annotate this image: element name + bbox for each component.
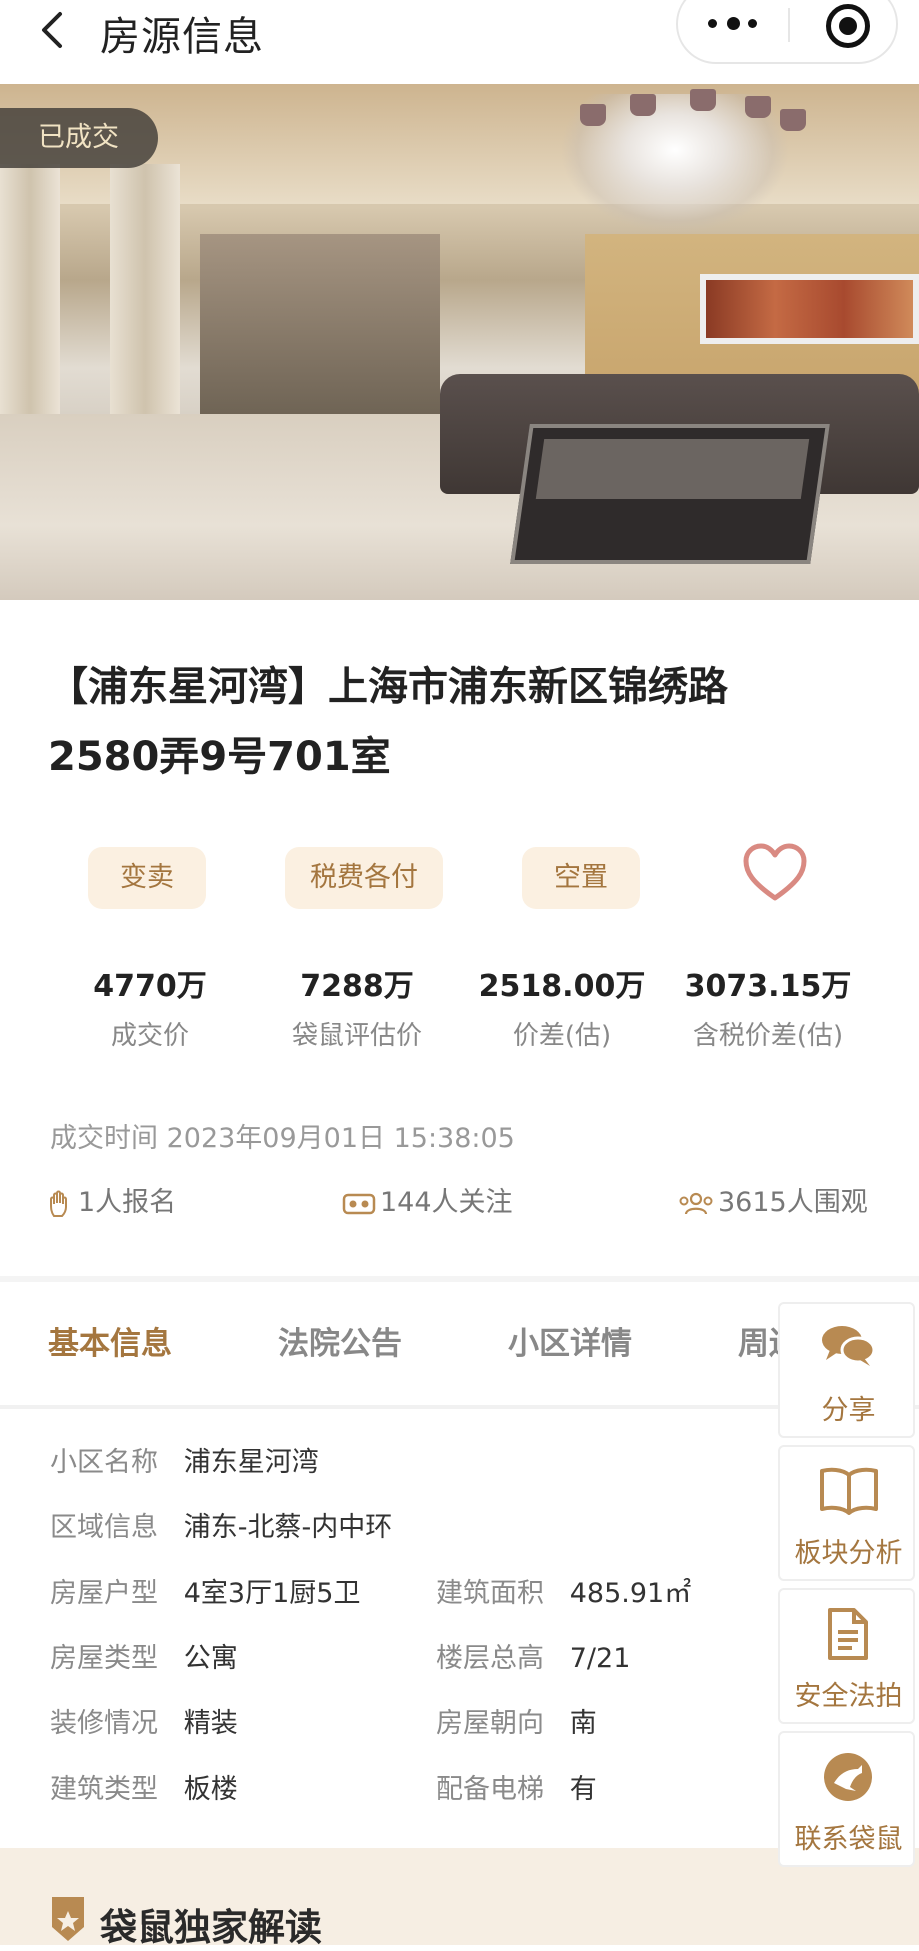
house-photo[interactable]: 已成交 <box>0 84 919 600</box>
miniprogram-capsule <box>676 0 898 64</box>
share-button[interactable]: 分享 <box>778 1302 915 1438</box>
info-build-area: 建筑面积 485.91㎡ <box>436 1578 692 1609</box>
safe-auction-button[interactable]: 安全法拍 <box>778 1588 915 1724</box>
info-community: 小区名称 浦东星河湾 <box>50 1447 319 1478</box>
stat-price-diff-tax: 3073.15万 含税价差(估) <box>684 969 852 1051</box>
book-icon <box>820 1467 878 1515</box>
contact-kangaroo-button[interactable]: 联系袋鼠 <box>778 1731 915 1867</box>
info-floor: 楼层总高 7/21 <box>436 1643 631 1674</box>
people-icon <box>679 1192 713 1214</box>
favorite-heart-icon[interactable] <box>742 842 808 904</box>
kangaroo-logo-icon <box>824 1753 872 1801</box>
block-analysis-button[interactable]: 板块分析 <box>778 1445 915 1581</box>
back-arrow-icon[interactable] <box>34 10 74 50</box>
tab-basic-info[interactable]: 基本信息 <box>48 1318 172 1363</box>
tag-vacancy: 空置 <box>522 847 640 909</box>
stat-valuation: 7288万 袋鼠评估价 <box>291 969 422 1051</box>
signup-count: 1人报名 <box>48 1183 176 1223</box>
more-menu-icon[interactable] <box>708 14 760 34</box>
medal-icon <box>52 1897 84 1941</box>
section-divider <box>0 1276 919 1282</box>
tag-sale-type: 变卖 <box>88 847 206 909</box>
info-layout: 房屋户型 4室3厅1厨5卫 <box>50 1578 361 1609</box>
stat-deal-price: 4770万 成交价 <box>93 969 207 1051</box>
hand-icon <box>50 1190 67 1217</box>
viewer-count: 3615人围观 <box>678 1183 868 1223</box>
tag-tax: 税费各付 <box>285 847 443 909</box>
close-miniprogram-icon[interactable] <box>826 4 870 48</box>
stat-price-diff: 2518.00万 价差(估) <box>478 969 646 1051</box>
info-house-type: 房屋类型 公寓 <box>50 1643 238 1674</box>
info-decoration: 装修情况 精装 <box>50 1708 238 1739</box>
page-title: 房源信息 <box>100 14 264 60</box>
navbar: 房源信息 <box>0 0 919 84</box>
info-area: 区域信息 浦东-北蔡-内中环 <box>50 1512 393 1543</box>
listing-title: 【浦东星河湾】上海市浦东新区锦绣路 2580弄9号701室 <box>48 664 728 780</box>
status-badge: 已成交 <box>0 108 158 168</box>
vr-glasses-icon <box>342 1193 376 1214</box>
deal-time: 成交时间 2023年09月01日 15:38:05 <box>50 1123 515 1154</box>
info-building-type: 建筑类型 板楼 <box>50 1774 238 1805</box>
follower-count: 144人关注 <box>342 1183 513 1223</box>
tab-community-detail[interactable]: 小区详情 <box>508 1318 632 1363</box>
section-title: 袋鼠独家解读 <box>100 1906 322 1949</box>
chat-icon <box>822 1326 876 1366</box>
tab-court-notice[interactable]: 法院公告 <box>278 1318 402 1363</box>
info-facing: 房屋朝向 南 <box>436 1708 597 1739</box>
info-elevator: 配备电梯 有 <box>436 1774 597 1805</box>
document-icon <box>828 1608 868 1660</box>
